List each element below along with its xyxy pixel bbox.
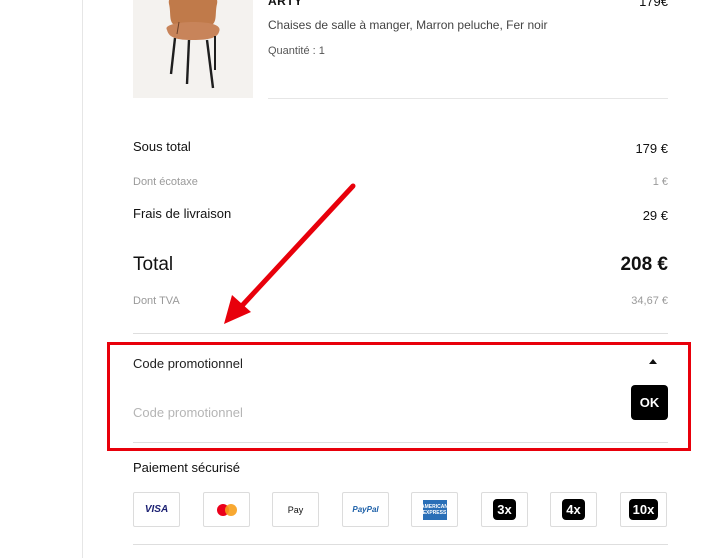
3x-icon: 3x: [493, 499, 516, 520]
apple-pay-icon: Pay: [287, 504, 304, 515]
4x-icon: 4x: [562, 499, 585, 520]
payment-divider: [133, 544, 668, 545]
paypal-card: PayPal: [342, 492, 389, 527]
secure-payment-title: Paiement sécurisé: [133, 460, 240, 475]
visa-card: VISA: [133, 492, 180, 527]
10x-icon: 10x: [628, 499, 659, 520]
mastercard-icon: [216, 503, 237, 516]
annotation-arrow: [224, 183, 356, 324]
4x-card: 4x: [550, 492, 597, 527]
amex-card: AMERICAN EXPRESS: [411, 492, 458, 527]
3x-card: 3x: [481, 492, 528, 527]
visa-icon: VISA: [144, 504, 169, 515]
mastercard-card: [203, 492, 250, 527]
amex-icon: AMERICAN EXPRESS: [421, 499, 448, 520]
apple-pay-card: Pay: [272, 492, 319, 527]
paypal-icon: PayPal: [352, 505, 379, 514]
10x-card: 10x: [620, 492, 667, 527]
